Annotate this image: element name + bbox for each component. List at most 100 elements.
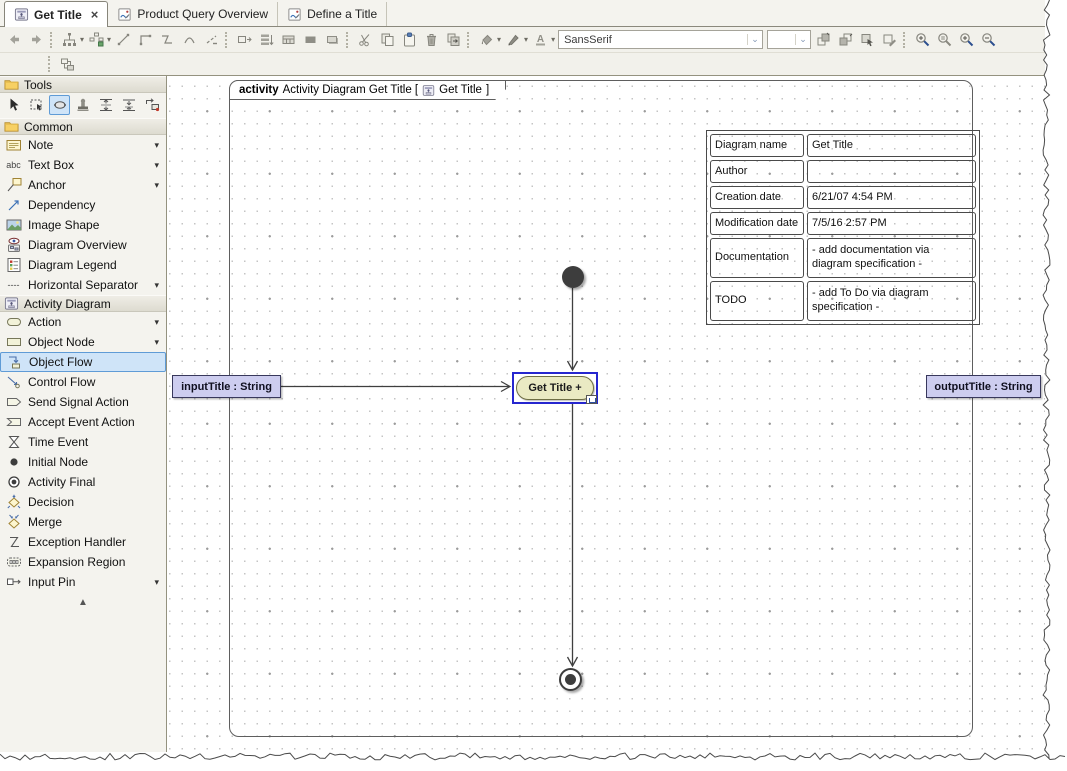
oblique-path-icon[interactable] <box>157 30 178 50</box>
input-parameter-node[interactable]: inputTitle : String <box>172 375 281 398</box>
zoom-in-icon[interactable] <box>956 30 977 50</box>
paste-format-icon[interactable] <box>443 30 464 50</box>
palette-item-object-node[interactable]: Object Node ▾ <box>0 332 166 352</box>
cut-icon[interactable] <box>355 30 376 50</box>
palette-item-label: Activity Final <box>28 475 96 489</box>
autosize-width-icon[interactable] <box>234 30 255 50</box>
dropdown-icon[interactable]: ▾ <box>154 317 162 328</box>
copy-icon[interactable] <box>377 30 398 50</box>
diagram-info-table[interactable]: Diagram name Get Title Author Creation d… <box>706 130 980 325</box>
dropdown-icon[interactable]: ▾ <box>80 35 84 44</box>
curved-path-icon[interactable] <box>179 30 200 50</box>
combo-dropdown-icon[interactable]: ⌄ <box>795 34 810 45</box>
palette-item-action[interactable]: Action ▾ <box>0 312 166 332</box>
quick-layout-icon[interactable] <box>86 30 107 50</box>
palette-item-dependency[interactable]: Dependency <box>0 195 166 215</box>
zoom-selection-icon[interactable] <box>912 30 933 50</box>
dropdown-icon[interactable]: ▾ <box>154 180 162 191</box>
frame-header-label[interactable]: activity Activity Diagram Get Title [ Ge… <box>229 80 506 100</box>
palette-item-activity-final[interactable]: Activity Final <box>0 472 166 492</box>
palette-section-common[interactable]: Common <box>0 118 166 135</box>
dropdown-icon[interactable]: ▾ <box>551 35 555 44</box>
grid-rect-icon[interactable] <box>278 30 299 50</box>
palette-item-note[interactable]: Note ▾ <box>0 135 166 155</box>
rectilinear-path-icon[interactable] <box>135 30 156 50</box>
activity-final-node[interactable] <box>559 668 582 691</box>
tab-close-icon[interactable]: × <box>91 7 99 22</box>
related-elements-icon[interactable] <box>57 54 78 74</box>
palette-item-label: Accept Event Action <box>28 415 135 429</box>
palette-item-merge[interactable]: Merge <box>0 512 166 532</box>
swap-elements-tool[interactable] <box>141 95 162 115</box>
tab-define-a-title[interactable]: Define a Title <box>278 2 388 26</box>
straight-path-icon[interactable] <box>113 30 134 50</box>
palette-item-diagram-legend[interactable]: Diagram Legend <box>0 255 166 275</box>
dropdown-icon[interactable]: ▾ <box>154 577 162 588</box>
palette-item-send-signal-action[interactable]: Send Signal Action <box>0 392 166 412</box>
tab-get-title[interactable]: Get Title × <box>4 1 109 27</box>
palette-item-decision[interactable]: Decision <box>0 492 166 512</box>
palette-item-diagram-overview[interactable]: Diagram Overview <box>0 235 166 255</box>
dropdown-icon[interactable]: ▾ <box>154 140 162 151</box>
palette-item-image-shape[interactable]: Image Shape <box>0 215 166 235</box>
filled-rect-icon[interactable] <box>300 30 321 50</box>
palette-item-object-flow[interactable]: Object Flow <box>0 352 166 372</box>
frame-inner-name: Get Title <box>439 84 482 96</box>
fill-color-icon[interactable] <box>476 30 497 50</box>
to-back-icon[interactable] <box>835 30 856 50</box>
combo-dropdown-icon[interactable]: ⌄ <box>747 34 762 45</box>
font-family-combo[interactable]: SansSerif ⌄ <box>558 30 764 49</box>
delete-icon[interactable] <box>421 30 442 50</box>
paste-icon[interactable] <box>399 30 420 50</box>
palette-section-tools[interactable]: Tools <box>0 76 166 93</box>
palette-item-accept-event-action[interactable]: Accept Event Action <box>0 412 166 432</box>
palette-item-text-box[interactable]: abc Text Box ▾ <box>0 155 166 175</box>
palette-item-time-event[interactable]: Time Event <box>0 432 166 452</box>
back-icon[interactable] <box>4 30 25 50</box>
palette-item-input-pin[interactable]: Input Pin ▾ <box>0 572 166 592</box>
font-color-icon[interactable]: A <box>530 30 551 50</box>
tree-layout-icon[interactable] <box>59 30 80 50</box>
palette-item-initial-node[interactable]: Initial Node <box>0 452 166 472</box>
dropdown-icon[interactable]: ▾ <box>154 160 162 171</box>
palette-item-expansion-region[interactable]: Expansion Region <box>0 552 166 572</box>
action-shape: Get Title + <box>516 376 594 400</box>
dropdown-icon[interactable]: ▾ <box>154 337 162 348</box>
dropdown-icon[interactable]: ▾ <box>524 35 528 44</box>
dropdown-icon[interactable]: ▾ <box>497 35 501 44</box>
font-size-combo[interactable]: ⌄ <box>767 30 812 49</box>
palette-scroll-up-icon[interactable]: ▲ <box>0 597 166 608</box>
horizontal-spacing-tool[interactable] <box>118 95 139 115</box>
stamp-tool[interactable] <box>72 95 93 115</box>
zoom-fit-icon[interactable] <box>934 30 955 50</box>
palette-item-anchor[interactable]: Anchor ▾ <box>0 175 166 195</box>
palette-item-exception-handler[interactable]: Exception Handler <box>0 532 166 552</box>
vertical-spacing-tool[interactable] <box>95 95 116 115</box>
sticky-connector-tool[interactable] <box>49 95 70 115</box>
tab-product-query-overview[interactable]: Product Query Overview <box>108 2 279 26</box>
dropdown-icon[interactable]: ▾ <box>107 35 111 44</box>
shadow-rect-icon[interactable] <box>322 30 343 50</box>
palette-item-control-flow[interactable]: Control Flow <box>0 372 166 392</box>
marquee-tool[interactable] <box>26 95 47 115</box>
dropdown-icon[interactable]: ▾ <box>154 280 162 291</box>
pointer-tool[interactable] <box>3 95 24 115</box>
initial-node[interactable] <box>562 266 584 288</box>
info-value <box>807 160 976 183</box>
diagram-canvas[interactable]: activity Activity Diagram Get Title [ Ge… <box>168 76 1045 752</box>
output-parameter-node[interactable]: outputTitle : String <box>926 375 1041 398</box>
action-get-title[interactable]: Get Title + <box>512 372 598 404</box>
forward-icon[interactable] <box>26 30 47 50</box>
zoom-out-icon[interactable] <box>978 30 999 50</box>
custom-path-icon[interactable] <box>201 30 222 50</box>
format-painter-icon[interactable] <box>879 30 900 50</box>
action-expand-icon[interactable]: + <box>575 382 581 394</box>
select-symbol-icon[interactable] <box>857 30 878 50</box>
palette-section-activity-diagram[interactable]: Activity Diagram <box>0 295 166 312</box>
autosize-height-icon[interactable] <box>256 30 277 50</box>
to-front-icon[interactable] <box>813 30 834 50</box>
toolbar-grip <box>48 56 52 72</box>
line-color-icon[interactable] <box>503 30 524 50</box>
palette-item-horizontal-separator[interactable]: ---- Horizontal Separator ▾ <box>0 275 166 295</box>
note-icon <box>5 137 22 153</box>
